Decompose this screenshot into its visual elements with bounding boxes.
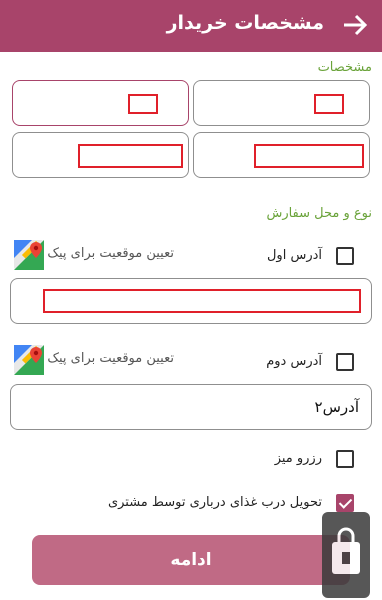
address2-value: آدرس۲ <box>314 398 359 416</box>
door-delivery-checkbox[interactable] <box>336 494 354 512</box>
redaction-box <box>314 94 344 114</box>
address1-locate-link[interactable]: تعیین موقعیت برای پیک <box>47 246 174 261</box>
google-maps-icon[interactable] <box>14 345 44 375</box>
reserve-table-label: رزرو میز <box>274 451 322 466</box>
continue-label: ادامه <box>170 550 212 570</box>
order-section-label: نوع و محل سفارش <box>266 206 372 221</box>
google-maps-icon[interactable] <box>14 240 44 270</box>
address2-locate-link[interactable]: تعیین موقعیت برای پیک <box>47 351 174 366</box>
address2-label: آدرس دوم <box>266 354 322 369</box>
buyer-field-2[interactable] <box>193 80 370 126</box>
address2-checkbox[interactable] <box>336 353 354 371</box>
address2-input[interactable]: آدرس۲ <box>10 384 372 430</box>
arrow-right-icon <box>344 14 368 36</box>
redaction-box <box>254 144 364 168</box>
page-title: مشخصات خریدار <box>166 12 324 34</box>
bag-logo-icon <box>332 527 360 574</box>
app-bar: مشخصات خریدار <box>0 0 382 52</box>
redaction-box <box>78 144 183 168</box>
store-watermark-logo <box>322 512 370 598</box>
back-button[interactable] <box>340 10 370 40</box>
address1-input[interactable] <box>10 278 372 324</box>
address1-label: آدرس اول <box>266 248 322 263</box>
reserve-table-checkbox[interactable] <box>336 450 354 468</box>
address1-checkbox[interactable] <box>336 247 354 265</box>
buyer-field-4[interactable] <box>193 132 370 178</box>
redaction-box <box>43 289 361 313</box>
buyer-field-1[interactable] <box>12 80 189 126</box>
redaction-box <box>128 94 158 114</box>
continue-button[interactable]: ادامه <box>32 535 350 585</box>
door-delivery-label: تحویل درب غذای درباری توسط مشتری <box>107 495 322 510</box>
buyer-section-label: مشخصات <box>317 60 372 75</box>
buyer-field-3[interactable] <box>12 132 189 178</box>
